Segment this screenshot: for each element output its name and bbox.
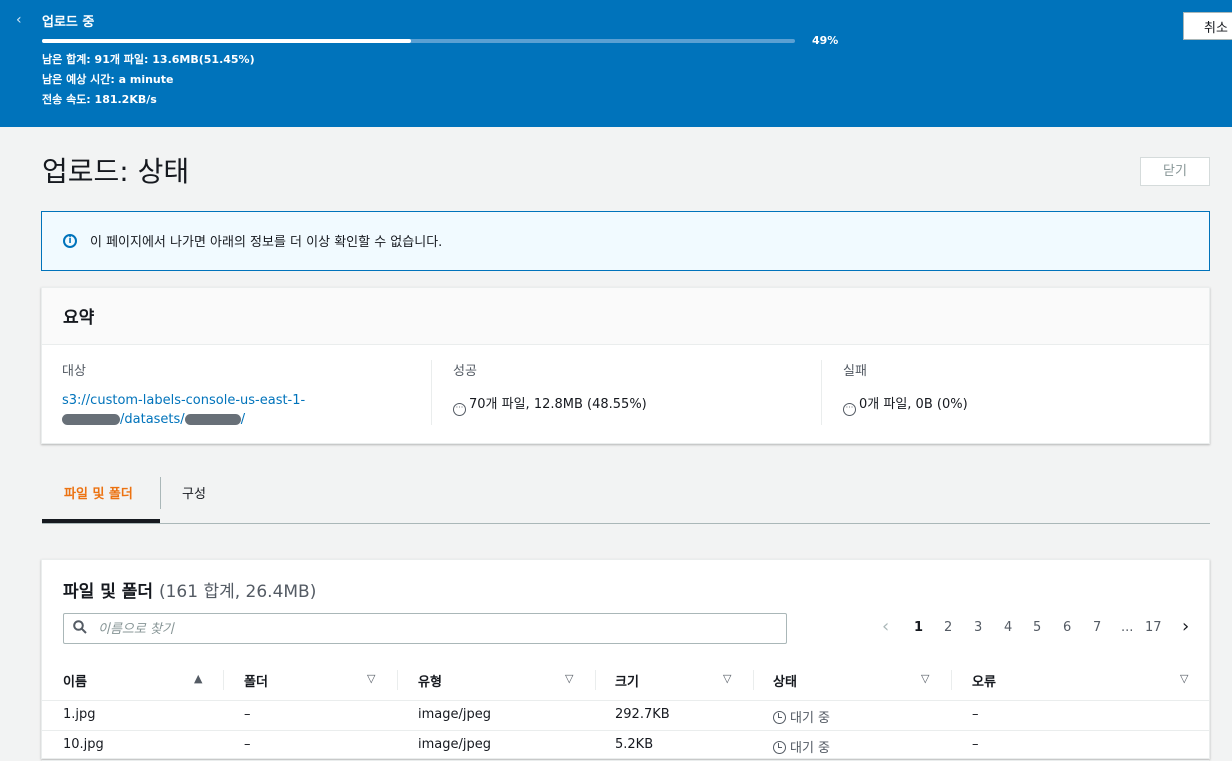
- page-17[interactable]: 17: [1145, 620, 1162, 635]
- upload-progress-banner: ‹ 업로드 중 49% 남은 합계: 91개 파일: 13.6MB(51.45%…: [0, 0, 1232, 127]
- col-size[interactable]: 크기: [615, 671, 639, 690]
- progress-bar-fill: [42, 39, 411, 43]
- success-label: 성공: [453, 364, 477, 379]
- destination-column: 대상 s3://custom-labels-console-us-east-1-…: [62, 360, 422, 429]
- destination-line2: /datasets/ /: [62, 410, 422, 429]
- cell-type: image/jpeg: [418, 707, 491, 722]
- destination-label: 대상: [62, 364, 86, 379]
- cancel-button[interactable]: 취소: [1183, 12, 1232, 40]
- cell-status: 대기 중: [773, 737, 830, 756]
- tab-configuration[interactable]: 구성: [182, 483, 206, 502]
- destination-link[interactable]: s3://custom-labels-console-us-east-1- /d…: [62, 391, 422, 429]
- col-type[interactable]: 유형: [418, 671, 442, 690]
- page-1[interactable]: 1: [914, 620, 923, 635]
- redacted-account: [62, 414, 120, 425]
- summary-panel: 요약 대상 s3://custom-labels-console-us-east…: [41, 287, 1210, 444]
- search-box: [63, 613, 787, 644]
- tab-bar: 파일 및 폴더 구성: [42, 465, 1210, 524]
- table-header: 이름 ▲ 폴더 ▽ 유형 ▽ 크기 ▽ 상태 ▽ 오류 ▽: [42, 660, 1209, 701]
- col-folder[interactable]: 폴더: [244, 671, 268, 690]
- files-panel: 파일 및 폴더 (161 합계, 26.4MB) ‹ 1 2 3 4 5 6 7…: [41, 559, 1210, 761]
- banner-title: 업로드 중: [42, 15, 95, 30]
- column-divider: [821, 360, 822, 425]
- sort-icon[interactable]: ▽: [367, 672, 375, 685]
- summary-heading: 요약: [42, 288, 1209, 345]
- status-text: 대기 중: [790, 741, 831, 756]
- table-row: 10.jpg – image/jpeg 5.2KB 대기 중 –: [42, 731, 1209, 761]
- info-text: 이 페이지에서 나가면 아래의 정보를 더 이상 확인할 수 없습니다.: [90, 235, 443, 250]
- cell-size: 292.7KB: [615, 707, 670, 722]
- next-page-icon[interactable]: ›: [1182, 616, 1189, 637]
- pagination: ‹ 1 2 3 4 5 6 7 ... 17 ›: [882, 616, 1202, 640]
- page-title: 업로드: 상태: [42, 155, 190, 188]
- remaining-text: 남은 합계: 91개 파일: 13.6MB(51.45%): [42, 53, 255, 66]
- failed-value: 0개 파일, 0B (0%): [859, 397, 968, 412]
- column-divider: [223, 670, 224, 690]
- page-ellipsis: ...: [1121, 620, 1134, 635]
- sort-icon[interactable]: ▽: [1180, 672, 1188, 685]
- status-text: 대기 중: [790, 711, 831, 726]
- column-divider: [431, 360, 432, 425]
- destination-end: /: [240, 412, 246, 427]
- destination-mid: /datasets/: [120, 412, 185, 427]
- col-name[interactable]: 이름: [63, 671, 87, 690]
- speed-text: 전송 속도: 181.2KB/s: [42, 93, 157, 106]
- cell-status: 대기 중: [773, 707, 830, 726]
- clock-icon: [773, 711, 786, 724]
- column-divider: [397, 670, 398, 690]
- clock-icon: [773, 741, 786, 754]
- files-heading: 파일 및 폴더 (161 합계, 26.4MB): [63, 577, 316, 602]
- page-3[interactable]: 3: [974, 620, 982, 635]
- page-5[interactable]: 5: [1033, 620, 1041, 635]
- files-heading-text: 파일 및 폴더: [63, 582, 154, 602]
- search-icon: [73, 620, 87, 638]
- failed-status-icon: ···: [843, 403, 856, 416]
- column-divider: [951, 670, 952, 690]
- failed-column: 실패 ··· 0개 파일, 0B (0%): [843, 360, 1183, 416]
- page-7[interactable]: 7: [1093, 620, 1101, 635]
- search-input[interactable]: [98, 619, 758, 639]
- page-6[interactable]: 6: [1063, 620, 1071, 635]
- tab-divider: [160, 477, 161, 509]
- table-row: 1.jpg – image/jpeg 292.7KB 대기 중 –: [42, 701, 1209, 731]
- col-error[interactable]: 오류: [972, 671, 996, 690]
- progress-bar: [42, 39, 795, 43]
- info-alert: i 이 페이지에서 나가면 아래의 정보를 더 이상 확인할 수 없습니다.: [41, 211, 1210, 271]
- col-status[interactable]: 상태: [773, 671, 797, 690]
- column-divider: [753, 670, 754, 690]
- sort-icon[interactable]: ▽: [723, 672, 731, 685]
- failed-label: 실패: [843, 364, 867, 379]
- success-value: 70개 파일, 12.8MB (48.55%): [469, 397, 647, 412]
- success-status-icon: ···: [453, 403, 466, 416]
- failed-value-wrap: ··· 0개 파일, 0B (0%): [843, 393, 1183, 416]
- page-4[interactable]: 4: [1004, 620, 1012, 635]
- active-tab-underline: [42, 519, 160, 523]
- tab-files-and-folders[interactable]: 파일 및 폴더: [64, 483, 133, 502]
- page-2[interactable]: 2: [944, 620, 952, 635]
- destination-line1: s3://custom-labels-console-us-east-1-: [62, 393, 306, 408]
- cell-folder: –: [244, 707, 251, 722]
- success-value-wrap: ··· 70개 파일, 12.8MB (48.55%): [453, 393, 813, 416]
- success-column: 성공 ··· 70개 파일, 12.8MB (48.55%): [453, 360, 813, 416]
- sort-icon[interactable]: ▽: [565, 672, 573, 685]
- column-divider: [595, 670, 596, 690]
- close-button[interactable]: 닫기: [1140, 157, 1210, 186]
- prev-page-icon[interactable]: ‹: [882, 616, 889, 637]
- cell-error: –: [972, 707, 979, 722]
- progress-percent: 49%: [812, 34, 839, 47]
- eta-text: 남은 예상 시간: a minute: [42, 73, 174, 86]
- files-count: (161 합계, 26.4MB): [158, 582, 317, 602]
- cell-name: 1.jpg: [63, 707, 96, 722]
- collapse-icon[interactable]: ‹: [16, 12, 22, 28]
- sort-icon[interactable]: ▽: [921, 672, 929, 685]
- sort-ascending-icon[interactable]: ▲: [194, 672, 202, 685]
- redacted-dataset: [184, 414, 241, 425]
- info-icon: i: [63, 234, 77, 248]
